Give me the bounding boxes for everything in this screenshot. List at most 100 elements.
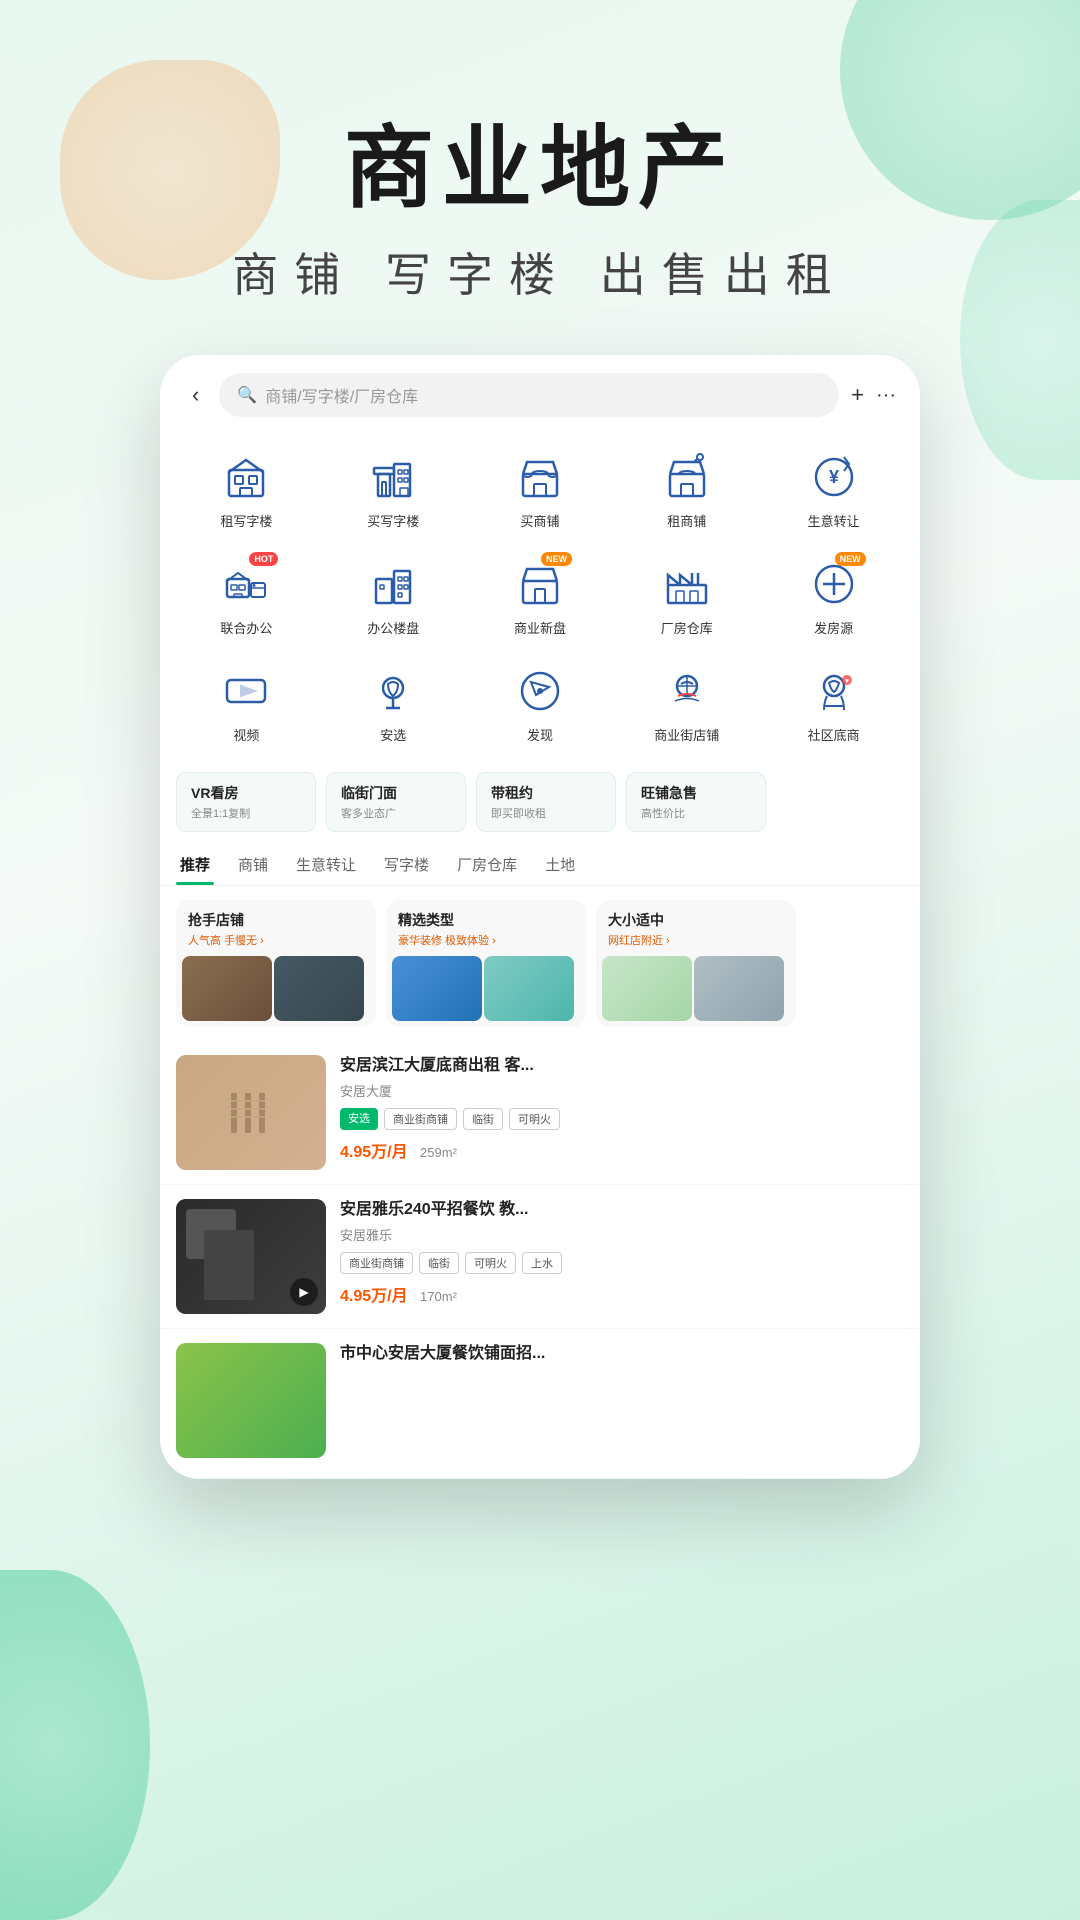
- buy-office-icon-box: [365, 449, 421, 505]
- tag-roadside: 临街: [463, 1108, 503, 1130]
- promo-card-selected[interactable]: 精选类型 豪华装修 极致体验 ›: [386, 900, 586, 1027]
- search-bar[interactable]: 🔍 商铺/写字楼/厂房仓库: [219, 373, 839, 417]
- promo-img-4: [484, 956, 574, 1021]
- grid-item-commercial-new[interactable]: NEW 商业新盘: [470, 546, 611, 647]
- grid-item-street-shop[interactable]: 商业街店铺: [616, 653, 757, 754]
- promo-card-size-images: [596, 952, 796, 1027]
- commercial-new-icon-box: NEW: [512, 556, 568, 612]
- factory-icon-box: [659, 556, 715, 612]
- listing-item-2[interactable]: ▶ 安居雅乐240平招餐饮 教... 安居雅乐 商业街商铺 临街 可明火 上水 …: [160, 1185, 920, 1329]
- listing-item-3[interactable]: 市中心安居大厦餐饮铺面招...: [160, 1329, 920, 1479]
- video-icon-box: [218, 663, 274, 719]
- tab-recommend[interactable]: 推荐: [176, 844, 214, 885]
- tab-transfer[interactable]: 生意转让: [292, 844, 360, 885]
- discover-label: 发现: [527, 725, 553, 744]
- promo-img-1: [182, 956, 272, 1021]
- icons-grid: 租写字楼 买写字楼: [160, 429, 920, 764]
- bg-decoration-left: [0, 1570, 150, 1920]
- lease-tag-title: 带租约: [491, 783, 601, 803]
- feature-tags-row: VR看房 全景1:1复制 临街门面 客多业态广 带租约 即买即收租 旺铺急售 高…: [160, 764, 920, 844]
- tab-office[interactable]: 写字楼: [380, 844, 433, 885]
- tag-fire-2: 可明火: [465, 1252, 516, 1274]
- feature-tag-street[interactable]: 临街门面 客多业态广: [326, 772, 466, 832]
- phone-topbar: ‹ 🔍 商铺/写字楼/厂房仓库 + ···: [160, 355, 920, 429]
- listing-thumb-1: [176, 1055, 326, 1170]
- vr-tag-title: VR看房: [191, 783, 301, 803]
- tab-land[interactable]: 土地: [541, 844, 579, 885]
- discover-icon-box: [512, 663, 568, 719]
- grid-item-rent-office[interactable]: 租写字楼: [176, 439, 317, 540]
- feature-tag-lease[interactable]: 带租约 即买即收租: [476, 772, 616, 832]
- street-shop-label: 商业街店铺: [654, 725, 719, 744]
- commercial-new-badge: NEW: [541, 552, 572, 566]
- post-source-badge: NEW: [835, 552, 866, 566]
- video-label: 视频: [233, 725, 259, 744]
- search-placeholder-text: 商铺/写字楼/厂房仓库: [265, 383, 418, 407]
- page-title: 商业地产: [0, 120, 1080, 219]
- promo-card-hot-subtitle: 人气高 手慢无 ›: [188, 932, 364, 948]
- community-shop-icon-box: ♥: [806, 663, 862, 719]
- grid-item-video[interactable]: 视频: [176, 653, 317, 754]
- grid-item-business-transfer[interactable]: ¥ 生意转让: [763, 439, 904, 540]
- tag-water: 上水: [522, 1252, 562, 1274]
- grid-item-office-buildings[interactable]: 办公楼盘: [323, 546, 464, 647]
- tab-shop[interactable]: 商铺: [234, 844, 272, 885]
- grid-item-post-source[interactable]: NEW 发房源: [763, 546, 904, 647]
- feature-tag-vr[interactable]: VR看房 全景1:1复制: [176, 772, 316, 832]
- tag-street-shop-2: 商业街商铺: [340, 1252, 413, 1274]
- tab-bar: 推荐 商铺 生意转让 写字楼 厂房仓库 土地: [160, 844, 920, 886]
- street-tag-desc: 客多业态广: [341, 805, 451, 821]
- promo-card-hot-images: [176, 952, 376, 1027]
- buy-shop-label: 买商铺: [520, 511, 559, 530]
- grid-item-community-shop[interactable]: ♥ 社区底商: [763, 653, 904, 754]
- tab-factory[interactable]: 厂房仓库: [453, 844, 521, 885]
- promo-card-size-title: 大小适中: [608, 910, 784, 930]
- message-button[interactable]: ···: [876, 384, 896, 407]
- promo-card-hot-header: 抢手店铺 人气高 手慢无 ›: [176, 900, 376, 952]
- rent-shop-icon-box: [659, 449, 715, 505]
- rent-office-label: 租写字楼: [220, 511, 272, 530]
- grid-item-rent-shop[interactable]: 租商铺: [616, 439, 757, 540]
- listing-thumb-2: ▶: [176, 1199, 326, 1314]
- buy-office-label: 买写字楼: [367, 511, 419, 530]
- grid-item-buy-office[interactable]: 买写字楼: [323, 439, 464, 540]
- listing-price-2: 4.95万/月 170m²: [340, 1282, 904, 1306]
- listing-item-1[interactable]: 安居滨江大厦底商出租 客... 安居大厦 安选 商业街商铺 临街 可明火 4.9…: [160, 1041, 920, 1185]
- tag-roadside-2: 临街: [419, 1252, 459, 1274]
- listing-info-2: 安居雅乐240平招餐饮 教... 安居雅乐 商业街商铺 临街 可明火 上水 4.…: [340, 1199, 904, 1314]
- street-shop-icon-box: [659, 663, 715, 719]
- promo-img-3: [392, 956, 482, 1021]
- add-button[interactable]: +: [851, 382, 864, 408]
- promo-card-hot[interactable]: 抢手店铺 人气高 手慢无 ›: [176, 900, 376, 1027]
- listing-tags-2: 商业街商铺 临街 可明火 上水: [340, 1252, 904, 1274]
- promo-img-6: [694, 956, 784, 1021]
- promo-img-5: [602, 956, 692, 1021]
- search-icon: 🔍: [237, 385, 257, 405]
- feature-tag-urgent[interactable]: 旺铺急售 高性价比: [626, 772, 766, 832]
- listing-title-1: 安居滨江大厦底商出租 客...: [340, 1055, 904, 1077]
- factory-label: 厂房仓库: [661, 618, 713, 637]
- anx-select-label: 安选: [380, 725, 406, 744]
- urgent-tag-title: 旺铺急售: [641, 783, 751, 803]
- coworking-icon-box: HOT: [218, 556, 274, 612]
- hot-badge: HOT: [249, 552, 278, 566]
- back-button[interactable]: ‹: [184, 378, 207, 412]
- rent-office-icon-box: [218, 449, 274, 505]
- grid-item-coworking[interactable]: HOT 联合办公: [176, 546, 317, 647]
- promo-card-selected-images: [386, 952, 586, 1027]
- grid-item-anx-select[interactable]: 安选: [323, 653, 464, 754]
- listing-agent-1: 安居大厦: [340, 1081, 904, 1100]
- vr-tag-desc: 全景1:1复制: [191, 805, 301, 821]
- listing-agent-2: 安居雅乐: [340, 1225, 904, 1244]
- listing-info-1: 安居滨江大厦底商出租 客... 安居大厦 安选 商业街商铺 临街 可明火 4.9…: [340, 1055, 904, 1170]
- listing-title-3: 市中心安居大厦餐饮铺面招...: [340, 1343, 904, 1365]
- grid-item-buy-shop[interactable]: 买商铺: [470, 439, 611, 540]
- lease-tag-desc: 即买即收租: [491, 805, 601, 821]
- header-section: 商业地产 商铺 写字楼 出售出租: [0, 0, 1080, 355]
- promo-card-selected-subtitle: 豪华装修 极致体验 ›: [398, 932, 574, 948]
- promo-card-size[interactable]: 大小适中 网红店附近 ›: [596, 900, 796, 1027]
- grid-item-discover[interactable]: 发现: [470, 653, 611, 754]
- grid-item-factory[interactable]: 厂房仓库: [616, 546, 757, 647]
- office-buildings-label: 办公楼盘: [367, 618, 419, 637]
- video-play-button[interactable]: ▶: [290, 1278, 318, 1306]
